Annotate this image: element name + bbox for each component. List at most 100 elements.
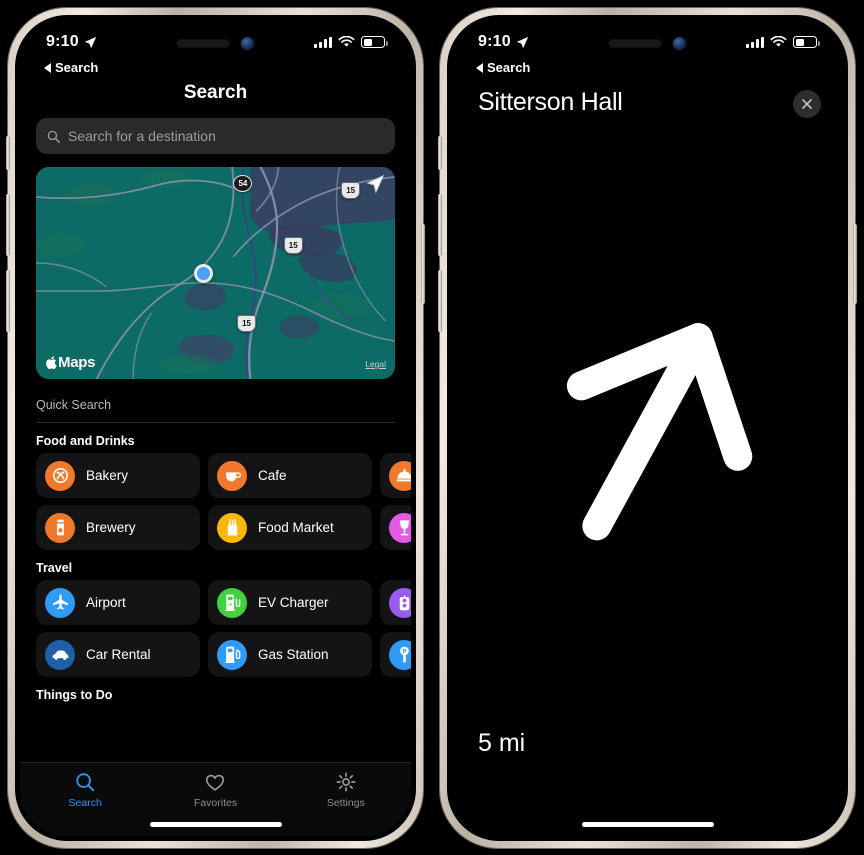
map-heading-arrow-icon: [366, 174, 385, 194]
gas-station-pump-icon: [217, 639, 247, 670]
tab-search[interactable]: Search: [20, 771, 150, 809]
action-button-left[interactable]: [6, 136, 10, 170]
tab-label: Search: [68, 797, 102, 809]
direction-arrow-up-right-icon: [566, 323, 753, 541]
nightlife-wineglass-icon: [389, 512, 411, 543]
back-link-label: Search: [55, 60, 99, 75]
road-shield-15-a: 15: [341, 181, 361, 199]
hotel-door-hanger-icon: [389, 587, 411, 618]
close-button[interactable]: [793, 90, 821, 118]
home-indicator-right[interactable]: [581, 822, 714, 827]
svg-text:P: P: [402, 649, 406, 655]
page-title: Search: [183, 82, 248, 103]
food-market-bag-icon: [217, 512, 247, 543]
gear-icon: [336, 772, 356, 792]
dual-phone-screenshot: 9:10 Search Search Search for a destinat…: [0, 0, 864, 855]
legal-link[interactable]: Legal: [365, 359, 386, 369]
cellular-signal-icon: [746, 36, 764, 48]
tab-favorites[interactable]: Favorites: [150, 771, 280, 809]
road-shield-15-c: 15: [237, 315, 257, 333]
quick-search-airport[interactable]: Airport: [36, 580, 200, 625]
road-shield-15-b: 15: [283, 236, 303, 254]
battery-icon: [793, 36, 820, 48]
quick-search-restaurant[interactable]: Restaurant: [380, 453, 411, 498]
chip-label: Bakery: [86, 468, 129, 483]
airport-plane-icon: [45, 587, 75, 618]
search-placeholder: Search for a destination: [68, 128, 216, 144]
quick-search-bakery[interactable]: Bakery: [36, 453, 200, 498]
brewery-growler-icon: [45, 512, 75, 543]
parking-meter-icon: P: [389, 639, 411, 670]
section-title-things-to-do: Things to Do: [36, 688, 113, 702]
action-button-right[interactable]: [438, 136, 442, 170]
cellular-signal-icon: [314, 36, 332, 48]
quick-search-ev-charger[interactable]: EV Charger: [208, 580, 372, 625]
power-button-right[interactable]: [853, 224, 857, 304]
bakery-pretzel-icon: [45, 460, 75, 491]
chip-label: EV Charger: [258, 595, 329, 610]
back-triangle-icon: [44, 62, 51, 73]
chip-row-travel-1: Airport EV Charger Hotel: [20, 580, 411, 625]
quick-search-brewery[interactable]: Brewery: [36, 505, 200, 550]
status-left-group: 9:10: [46, 33, 97, 51]
chip-label: Airport: [86, 595, 126, 610]
chip-label: Car Rental: [86, 647, 151, 662]
quick-search-hotel[interactable]: Hotel: [380, 580, 411, 625]
heart-icon: [206, 774, 225, 791]
apple-logo-icon: [46, 356, 57, 369]
quick-search-nightlife[interactable]: Nightlife: [380, 505, 411, 550]
battery-icon: [361, 36, 388, 48]
ev-charger-icon: [217, 587, 247, 618]
quick-search-cafe[interactable]: Cafe: [208, 453, 372, 498]
back-triangle-icon: [476, 62, 483, 73]
back-link-label: Search: [487, 60, 531, 75]
close-x-icon: [802, 99, 812, 109]
status-bar-left: 9:10: [20, 20, 411, 64]
quick-search-car-rental[interactable]: Car Rental: [36, 632, 200, 677]
restaurant-cloche-icon: [389, 460, 411, 491]
quick-search-gas-station[interactable]: Gas Station: [208, 632, 372, 677]
status-right-group: [314, 36, 388, 48]
chip-label: Gas Station: [258, 647, 329, 662]
tab-settings[interactable]: Settings: [281, 771, 411, 809]
destination-title: Sitterson Hall: [478, 88, 623, 116]
status-right-group: [746, 36, 820, 48]
apple-maps-attribution: Maps: [46, 354, 95, 371]
back-to-search-link-left[interactable]: Search: [44, 60, 98, 75]
status-time: 9:10: [46, 33, 79, 50]
status-bar-right: 9:10: [452, 20, 843, 64]
back-to-search-link-right[interactable]: Search: [476, 60, 530, 75]
divider: [36, 422, 395, 423]
chip-label: Cafe: [258, 468, 287, 483]
location-arrow-icon: [84, 36, 97, 48]
chip-row-food-2: Brewery Food Market Nightlife: [20, 505, 411, 550]
right-screen: 9:10 Search Sitterson Hall 5 mi: [452, 20, 843, 836]
volume-up-button-right[interactable]: [438, 194, 442, 256]
volume-up-button-left[interactable]: [6, 194, 10, 256]
tab-label: Settings: [326, 797, 365, 809]
search-icon: [47, 130, 60, 143]
home-indicator-left[interactable]: [149, 822, 282, 827]
volume-down-button-left[interactable]: [6, 270, 10, 332]
status-time: 9:10: [478, 33, 511, 50]
chip-label: Brewery: [86, 520, 136, 535]
section-title-travel: Travel: [36, 561, 73, 575]
section-title-food: Food and Drinks: [36, 434, 135, 448]
quick-search-parking[interactable]: P Parking: [380, 632, 411, 677]
search-input[interactable]: Search for a destination: [36, 118, 395, 154]
volume-down-button-right[interactable]: [438, 270, 442, 332]
chip-row-food-1: Bakery Cafe Restaurant: [20, 453, 411, 498]
cafe-cup-icon: [217, 460, 247, 491]
wifi-icon: [338, 36, 355, 47]
right-phone: 9:10 Search Sitterson Hall 5 mi: [438, 8, 857, 848]
left-screen: 9:10 Search Search Search for a destinat…: [20, 20, 411, 836]
left-phone: 9:10 Search Search Search for a destinat…: [6, 8, 425, 848]
wifi-icon: [770, 36, 787, 47]
current-location-dot: [193, 264, 213, 283]
map-preview[interactable]: 54 15 15 15 Maps Legal: [36, 167, 395, 379]
chip-row-travel-2: Car Rental Gas Station P Parking: [20, 632, 411, 677]
power-button-left[interactable]: [421, 224, 425, 304]
tab-label: Favorites: [193, 797, 238, 809]
quick-search-food-market[interactable]: Food Market: [208, 505, 372, 550]
location-arrow-icon: [516, 36, 529, 48]
